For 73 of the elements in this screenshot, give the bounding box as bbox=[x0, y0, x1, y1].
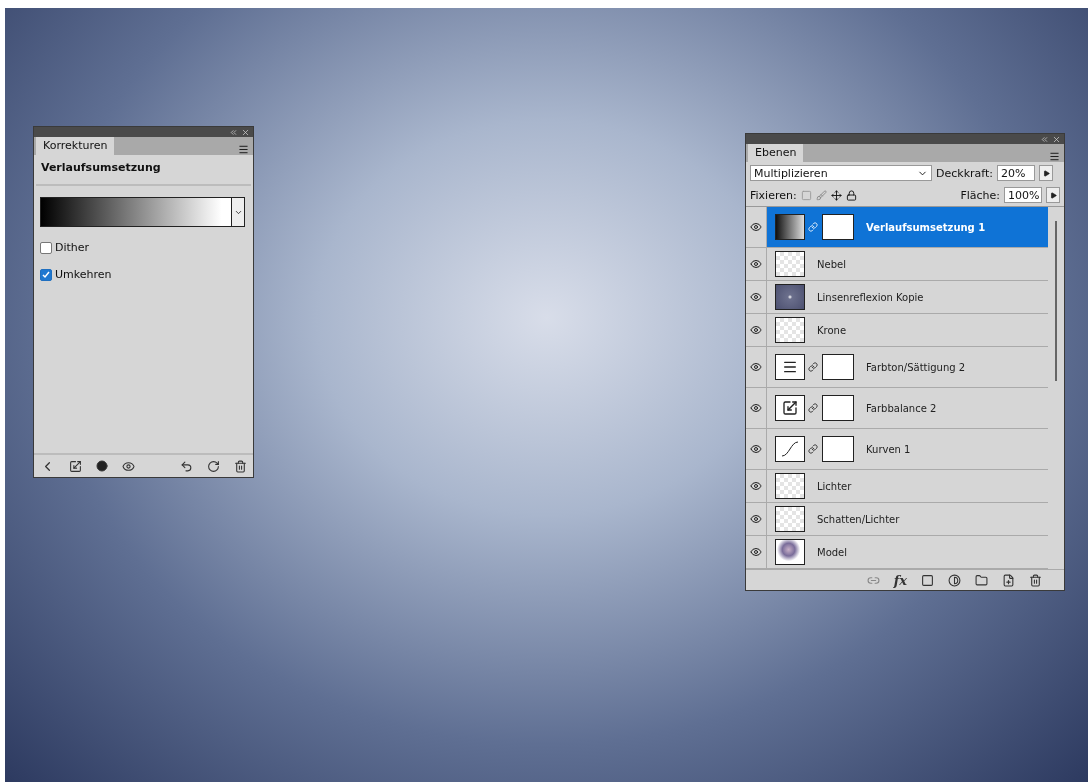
layer-name: Farbton/Sättigung 2 bbox=[866, 361, 966, 373]
expand-icon[interactable] bbox=[69, 459, 82, 473]
fx-button[interactable]: fx bbox=[893, 572, 907, 588]
panel-tab[interactable]: Korrekturen bbox=[36, 137, 115, 155]
layer-row[interactable]: Krone bbox=[746, 314, 1048, 347]
layer-name: Linsenreflexion Kopie bbox=[817, 291, 924, 303]
scrollbar[interactable] bbox=[1055, 221, 1057, 381]
reset-icon[interactable] bbox=[207, 459, 220, 473]
layer-thumbnail bbox=[775, 506, 805, 532]
layer-row[interactable]: Schatten/Lichter bbox=[746, 503, 1048, 536]
layer-name: Nebel bbox=[817, 258, 846, 270]
collapse-icon[interactable] bbox=[229, 127, 238, 137]
layer-mask-thumbnail bbox=[822, 214, 854, 240]
layer-row[interactable]: Farbton/Sättigung 2 bbox=[746, 347, 1048, 388]
layer-mask-thumbnail bbox=[822, 395, 854, 421]
layer-name: Schatten/Lichter bbox=[817, 513, 900, 525]
layer-mask-thumbnail bbox=[822, 436, 854, 462]
opacity-label: Deckkraft: bbox=[936, 166, 993, 180]
menu-icon[interactable] bbox=[1049, 151, 1060, 162]
layer-name: Lichter bbox=[817, 480, 852, 492]
trash-icon[interactable] bbox=[234, 459, 247, 473]
layer-row[interactable]: Verlaufsumsetzung 1 bbox=[746, 207, 1048, 248]
checkmark-icon bbox=[42, 270, 50, 279]
layer-name: Farbbalance 2 bbox=[866, 402, 937, 414]
chain-icon[interactable] bbox=[808, 403, 818, 413]
visibility-eye-icon[interactable] bbox=[746, 207, 767, 247]
checkbox-label: Dither bbox=[55, 241, 90, 254]
layer-name: Model bbox=[817, 546, 848, 558]
lock-icon[interactable] bbox=[845, 189, 857, 201]
chain-icon[interactable] bbox=[808, 222, 818, 232]
panel-tab[interactable]: Ebenen bbox=[748, 144, 804, 162]
close-icon[interactable] bbox=[241, 127, 250, 137]
layer-thumbnail bbox=[775, 317, 805, 343]
menu-icon[interactable] bbox=[238, 144, 249, 155]
curve-icon bbox=[781, 441, 799, 457]
checkbox-label: Umkehren bbox=[55, 268, 112, 281]
layer-row[interactable]: Kurven 1 bbox=[746, 429, 1048, 470]
layer-row[interactable]: Lichter bbox=[746, 470, 1048, 503]
fill-field[interactable]: 100% bbox=[1004, 187, 1042, 203]
gradient-picker[interactable] bbox=[40, 197, 245, 227]
opacity-field[interactable]: 20% bbox=[997, 165, 1035, 181]
layer-row[interactable]: Farbbalance 2 bbox=[746, 388, 1048, 429]
layer-thumbnail bbox=[775, 251, 805, 277]
adjustment-icon[interactable] bbox=[948, 573, 961, 587]
layer-name: Verlaufsumsetzung 1 bbox=[866, 221, 986, 233]
collapse-icon[interactable] bbox=[1040, 134, 1049, 144]
layer-name: Kurven 1 bbox=[866, 443, 911, 455]
undo-icon[interactable] bbox=[180, 459, 193, 473]
chain-icon[interactable] bbox=[808, 362, 818, 372]
layer-mask-thumbnail bbox=[822, 354, 854, 380]
blend-mode-dropdown[interactable]: Multiplizieren bbox=[750, 165, 932, 181]
layer-thumbnail bbox=[775, 473, 805, 499]
eye-icon[interactable] bbox=[122, 459, 135, 473]
close-icon[interactable] bbox=[1052, 134, 1061, 144]
layer-thumbnail bbox=[775, 214, 805, 240]
layer-row[interactable]: Linsenreflexion Kopie bbox=[746, 281, 1048, 314]
adjustment-heading: Verlaufsumsetzung bbox=[36, 155, 251, 186]
layer-row[interactable]: Nebel bbox=[746, 248, 1048, 281]
chain-icon[interactable] bbox=[808, 444, 818, 454]
move-icon[interactable] bbox=[830, 189, 842, 201]
mask-icon[interactable] bbox=[921, 573, 934, 587]
layer-row[interactable]: Model bbox=[746, 536, 1048, 569]
checkbox[interactable] bbox=[40, 268, 52, 281]
clip-icon[interactable] bbox=[96, 460, 108, 472]
lock-label: Fixieren: bbox=[750, 188, 797, 202]
layer-name: Krone bbox=[817, 324, 847, 336]
trash-icon[interactable] bbox=[1029, 573, 1042, 587]
layer-thumbnail bbox=[775, 539, 805, 565]
new-layer-icon[interactable] bbox=[1002, 573, 1015, 587]
layer-thumbnail bbox=[775, 284, 805, 310]
fill-label: Fläche: bbox=[960, 188, 1000, 202]
folder-icon[interactable] bbox=[975, 573, 988, 587]
checkbox[interactable] bbox=[40, 241, 52, 254]
